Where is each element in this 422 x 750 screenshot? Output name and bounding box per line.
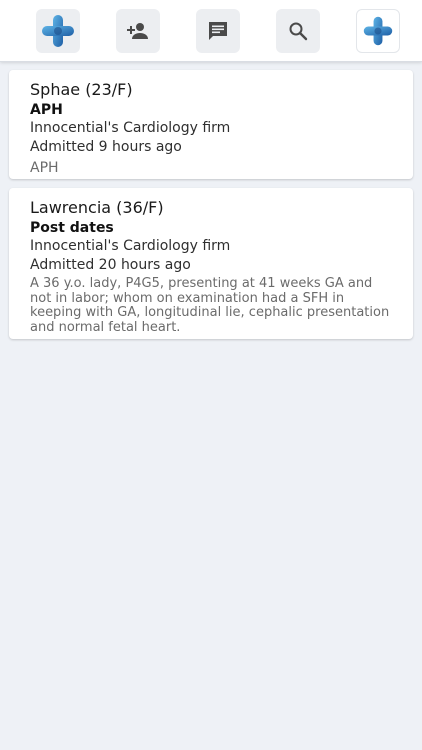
profile-button[interactable]	[356, 9, 400, 53]
search-button[interactable]	[276, 9, 320, 53]
patient-diagnosis: Post dates	[30, 220, 114, 236]
app-logo-icon	[42, 15, 74, 47]
messages-button[interactable]	[196, 9, 240, 53]
profile-logo-icon	[363, 16, 393, 46]
patient-firm: Innocential's Cardiology firm	[30, 120, 231, 136]
patient-name: Sphae (23/F)	[30, 80, 133, 99]
patient-name: Lawrencia (36/F)	[30, 198, 164, 217]
admitted-time: Admitted 9 hours ago	[30, 139, 182, 155]
app-logo-button[interactable]	[36, 9, 80, 53]
patient-card[interactable]: Sphae (23/F) APH Innocential's Cardiolog…	[9, 70, 413, 179]
patient-diagnosis: APH	[30, 102, 63, 118]
patient-firm: Innocential's Cardiology firm	[30, 238, 231, 254]
message-icon	[209, 22, 227, 40]
patient-note: A 36 y.o. lady, P4G5, presenting at 41 w…	[30, 276, 390, 335]
patient-note: APH	[30, 160, 59, 176]
top-toolbar	[0, 0, 422, 62]
admitted-time: Admitted 20 hours ago	[30, 257, 191, 273]
add-person-icon	[127, 23, 148, 39]
patient-card[interactable]: Lawrencia (36/F) Post dates Innocential'…	[9, 188, 413, 339]
search-icon	[289, 22, 308, 41]
add-patient-button[interactable]	[116, 9, 160, 53]
